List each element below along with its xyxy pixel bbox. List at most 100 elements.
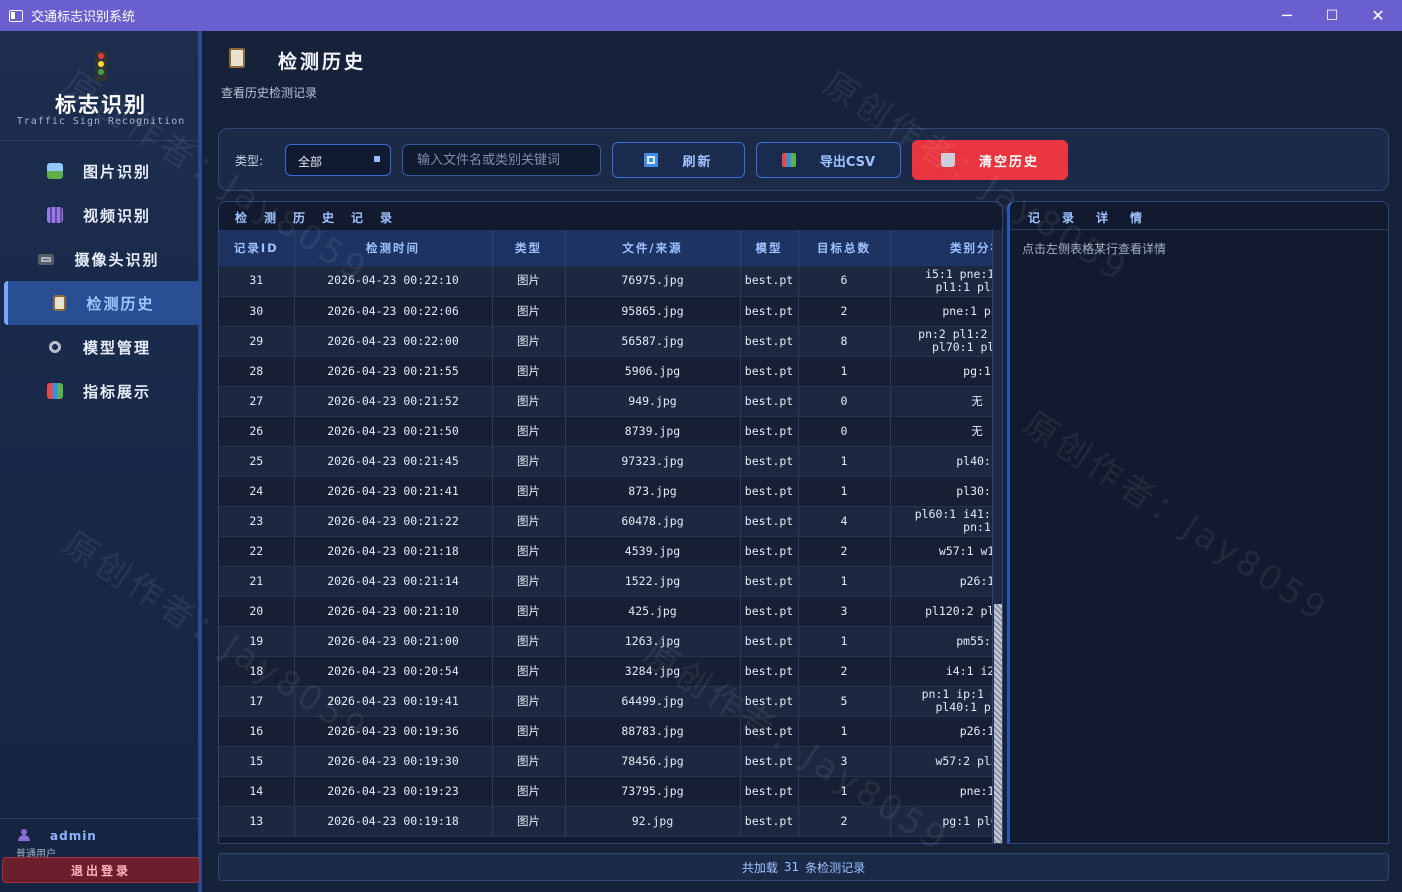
filter-toolbar: 类型: 全部 刷新 导出CSV 清空历史 xyxy=(218,128,1389,191)
user-icon xyxy=(18,829,30,841)
page-header: 检测历史 查看历史检测记录 xyxy=(206,31,1402,119)
table-row[interactable]: 16 2026-04-23 00:19:36 图片 88783.jpg best.pt 1… xyxy=(219,716,1002,747)
search-input[interactable] xyxy=(402,144,601,176)
clipboard-icon xyxy=(53,295,67,311)
table-row[interactable]: 20 2026-04-23 00:21:10 图片 425.jpg best.pt 3 pl… xyxy=(219,596,1002,627)
table-cell: 18 xyxy=(219,656,295,687)
table-cell: 3 xyxy=(798,746,891,777)
table-cell: 无 xyxy=(890,386,1002,417)
table-cell: w57:1 w13:1 xyxy=(890,536,1002,567)
table-cell: best.pt xyxy=(740,656,799,687)
table-cell: 图片 xyxy=(492,296,566,327)
window-title: 交通标志识别系统 xyxy=(31,10,136,25)
history-panel-title: 检测历史记录 xyxy=(235,211,410,225)
table-cell: 图片 xyxy=(492,356,566,387)
clear-history-button-label: 清空历史 xyxy=(978,154,1039,170)
sidebar-item-camera-recognition[interactable]: 摄像头识别 xyxy=(0,237,198,281)
table-row[interactable]: 14 2026-04-23 00:19:23 图片 73795.jpg best.pt 1… xyxy=(219,776,1002,807)
sidebar-item-label: 视频识别 xyxy=(82,206,151,225)
table-row[interactable]: 26 2026-04-23 00:21:50 图片 8739.jpg best.pt 0 无 xyxy=(219,416,1002,447)
logout-button[interactable]: 退出登录 xyxy=(2,857,200,883)
table-cell: p26:1 xyxy=(890,566,1002,597)
page-title: 检测历史 xyxy=(278,51,367,73)
clear-history-button[interactable]: 清空历史 xyxy=(912,140,1068,180)
sidebar-item-metrics[interactable]: 指标展示 xyxy=(0,369,198,413)
table-cell: 4 xyxy=(798,506,891,537)
column-header[interactable]: 检测时间 xyxy=(294,230,493,266)
table-cell: 2 xyxy=(798,806,891,837)
sidebar-item-video-recognition[interactable]: 视频识别 xyxy=(0,193,198,237)
sidebar-item-label: 指标展示 xyxy=(82,382,151,401)
table-cell: 1 xyxy=(798,716,891,747)
table-row[interactable]: 21 2026-04-23 00:21:14 图片 1522.jpg best.pt 1 p… xyxy=(219,566,1002,597)
table-cell: best.pt xyxy=(740,776,799,807)
trash-icon xyxy=(940,153,955,167)
table-row[interactable]: 30 2026-04-23 00:22:06 图片 95865.jpg best.pt 2… xyxy=(219,296,1002,327)
close-button[interactable]: ✕ xyxy=(1355,0,1401,31)
history-table: 记录ID 检测时间 类型 文件/来源 模型 目标总数 类别分布 31 2026-04-23 0… xyxy=(219,230,1002,837)
table-cell: 26 xyxy=(219,416,295,447)
table-row[interactable]: 23 2026-04-23 00:21:22 图片 60478.jpg best.pt 4… xyxy=(219,506,1002,537)
table-cell: 24 xyxy=(219,476,295,507)
table-cell: 73795.jpg xyxy=(565,776,741,807)
maximize-button[interactable]: ☐ xyxy=(1309,0,1355,31)
column-header[interactable]: 文件/来源 xyxy=(565,230,741,266)
table-row[interactable]: 24 2026-04-23 00:21:41 图片 873.jpg best.pt 1 pl… xyxy=(219,476,1002,507)
table-cell: 23 xyxy=(219,506,295,537)
table-cell: 图片 xyxy=(492,776,566,807)
export-csv-button-label: 导出CSV xyxy=(819,154,876,170)
dropdown-icon xyxy=(374,156,380,162)
table-row[interactable]: 22 2026-04-23 00:21:18 图片 4539.jpg best.pt 2 w… xyxy=(219,536,1002,567)
refresh-icon xyxy=(644,153,659,167)
table-row[interactable]: 13 2026-04-23 00:19:18 图片 92.jpg best.pt 2 pg:… xyxy=(219,806,1002,837)
bar-chart-icon xyxy=(781,153,796,167)
history-table-panel: 检测历史记录 记录ID 检测时间 类型 文件/来源 模型 目标总数 类别分布 31 2026-… xyxy=(218,201,1003,844)
sidebar-item-model-management[interactable]: 模型管理 xyxy=(0,325,198,369)
detail-hint-text: 点击左侧表格某行查看详情 xyxy=(1022,242,1167,256)
scrollbar-thumb[interactable] xyxy=(994,604,1002,843)
app-icon xyxy=(9,9,23,22)
table-cell: 6 xyxy=(798,266,891,297)
type-filter-value: 全部 xyxy=(298,155,323,169)
logo-title: 标志识别 xyxy=(55,92,147,117)
column-header[interactable]: 类别分布 xyxy=(890,230,1002,266)
refresh-button[interactable]: 刷新 xyxy=(612,142,745,178)
table-cell: w57:2 pl30:1 xyxy=(890,746,1002,777)
table-cell: 图片 xyxy=(492,326,566,357)
type-filter-select[interactable]: 全部 xyxy=(285,144,391,176)
export-csv-button[interactable]: 导出CSV xyxy=(756,142,901,178)
sidebar-item-history[interactable]: 检测历史 xyxy=(4,281,200,325)
table-cell: pl120:2 pl100:1 xyxy=(890,596,1002,627)
table-row[interactable]: 19 2026-04-23 00:21:00 图片 1263.jpg best.pt 1 p… xyxy=(219,626,1002,657)
table-row[interactable]: 28 2026-04-23 00:21:55 图片 5906.jpg best.pt 1 p… xyxy=(219,356,1002,387)
table-row[interactable]: 27 2026-04-23 00:21:52 图片 949.jpg best.pt 0 无 xyxy=(219,386,1002,417)
table-cell: 1263.jpg xyxy=(565,626,741,657)
table-cell: 92.jpg xyxy=(565,806,741,837)
table-row[interactable]: 17 2026-04-23 00:19:41 图片 64499.jpg best.pt 5… xyxy=(219,686,1002,717)
table-scrollbar[interactable] xyxy=(992,230,1002,843)
table-row[interactable]: 15 2026-04-23 00:19:30 图片 78456.jpg best.pt 3… xyxy=(219,746,1002,777)
table-cell: 22 xyxy=(219,536,295,567)
column-header[interactable]: 类型 xyxy=(492,230,566,266)
column-header[interactable]: 记录ID xyxy=(219,230,295,266)
table-cell: 图片 xyxy=(492,266,566,297)
table-row[interactable]: 31 2026-04-23 00:22:10 图片 76975.jpg best.pt 6… xyxy=(219,266,1002,297)
table-cell: p26:1 xyxy=(890,716,1002,747)
table-row[interactable]: 18 2026-04-23 00:20:54 图片 3284.jpg best.pt 2 i… xyxy=(219,656,1002,687)
table-cell: 图片 xyxy=(492,656,566,687)
sidebar-item-image-recognition[interactable]: 图片识别 xyxy=(0,149,198,193)
table-cell: 无 xyxy=(890,416,1002,447)
column-header[interactable]: 目标总数 xyxy=(798,230,891,266)
column-header[interactable]: 模型 xyxy=(740,230,799,266)
table-cell: pne:1 xyxy=(890,776,1002,807)
table-cell: best.pt xyxy=(740,716,799,747)
table-row[interactable]: 29 2026-04-23 00:22:00 图片 56587.jpg best.pt 8… xyxy=(219,326,1002,357)
table-cell: 56587.jpg xyxy=(565,326,741,357)
table-cell: best.pt xyxy=(740,746,799,777)
table-cell: 图片 xyxy=(492,506,566,537)
table-cell: 2026-04-23 00:20:54 xyxy=(294,656,493,687)
table-cell: 1 xyxy=(798,476,891,507)
table-row[interactable]: 25 2026-04-23 00:21:45 图片 97323.jpg best.pt 1… xyxy=(219,446,1002,477)
minimize-button[interactable]: ─ xyxy=(1264,0,1310,31)
table-cell: pm55:1 xyxy=(890,626,1002,657)
